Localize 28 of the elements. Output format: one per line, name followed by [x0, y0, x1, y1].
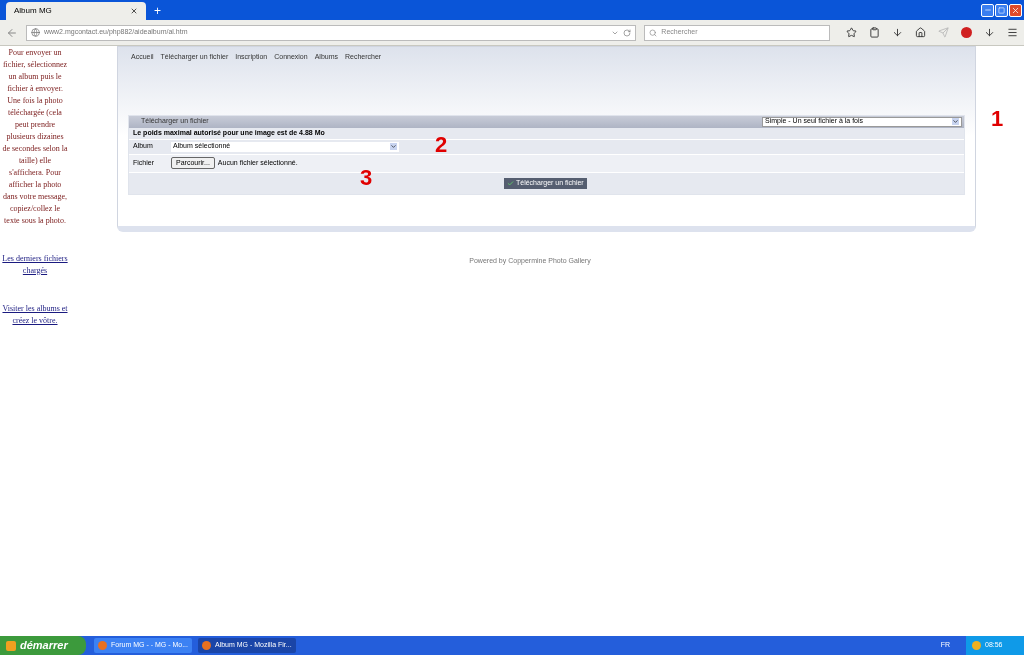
annotation-number: 3 — [360, 164, 373, 190]
star-icon[interactable] — [846, 27, 857, 38]
restore-icon — [998, 6, 1005, 14]
close-icon — [1011, 5, 1020, 15]
annotation-number: 1 — [991, 106, 1004, 131]
annotation-number: 2 — [435, 131, 448, 157]
clipboard-icon[interactable] — [869, 27, 880, 38]
minimize-icon — [983, 6, 992, 14]
browser-tab[interactable]: Album MG — [6, 2, 146, 20]
download-icon[interactable] — [892, 27, 903, 38]
home-icon[interactable] — [915, 27, 926, 38]
minimize-button[interactable] — [981, 3, 994, 17]
new-tab-button[interactable]: + — [154, 5, 161, 17]
dropdown-icon — [390, 143, 397, 150]
sidebar-link[interactable]: Les derniers fichiers chargés — [2, 253, 68, 277]
sidebar-link[interactable]: Visiter les albums et créez le vôtre. — [1, 303, 69, 327]
reload-icon[interactable] — [623, 28, 632, 37]
globe-icon — [30, 28, 40, 37]
close-icon[interactable] — [130, 7, 138, 15]
restore-button[interactable] — [995, 3, 1008, 17]
dropdown-icon — [952, 118, 959, 125]
close-button[interactable] — [1009, 3, 1022, 17]
menu-icon[interactable] — [1007, 27, 1018, 38]
search-icon — [649, 28, 658, 37]
check-icon — [507, 179, 514, 187]
instructions-text: Pour envoyer un fichier, sélectionnez un album puis le fichier à envoyer. Une fois la photo téléchargée (cela peut prendre plusieurs dizaines de secondes selon la taille) elle s'affichera. Pour afficher la photo dans votre message, copiez/collez le texte sous la photo. — [2, 47, 68, 227]
start-button[interactable]: démarrer — [0, 636, 86, 655]
arrow-icon[interactable] — [984, 27, 995, 38]
